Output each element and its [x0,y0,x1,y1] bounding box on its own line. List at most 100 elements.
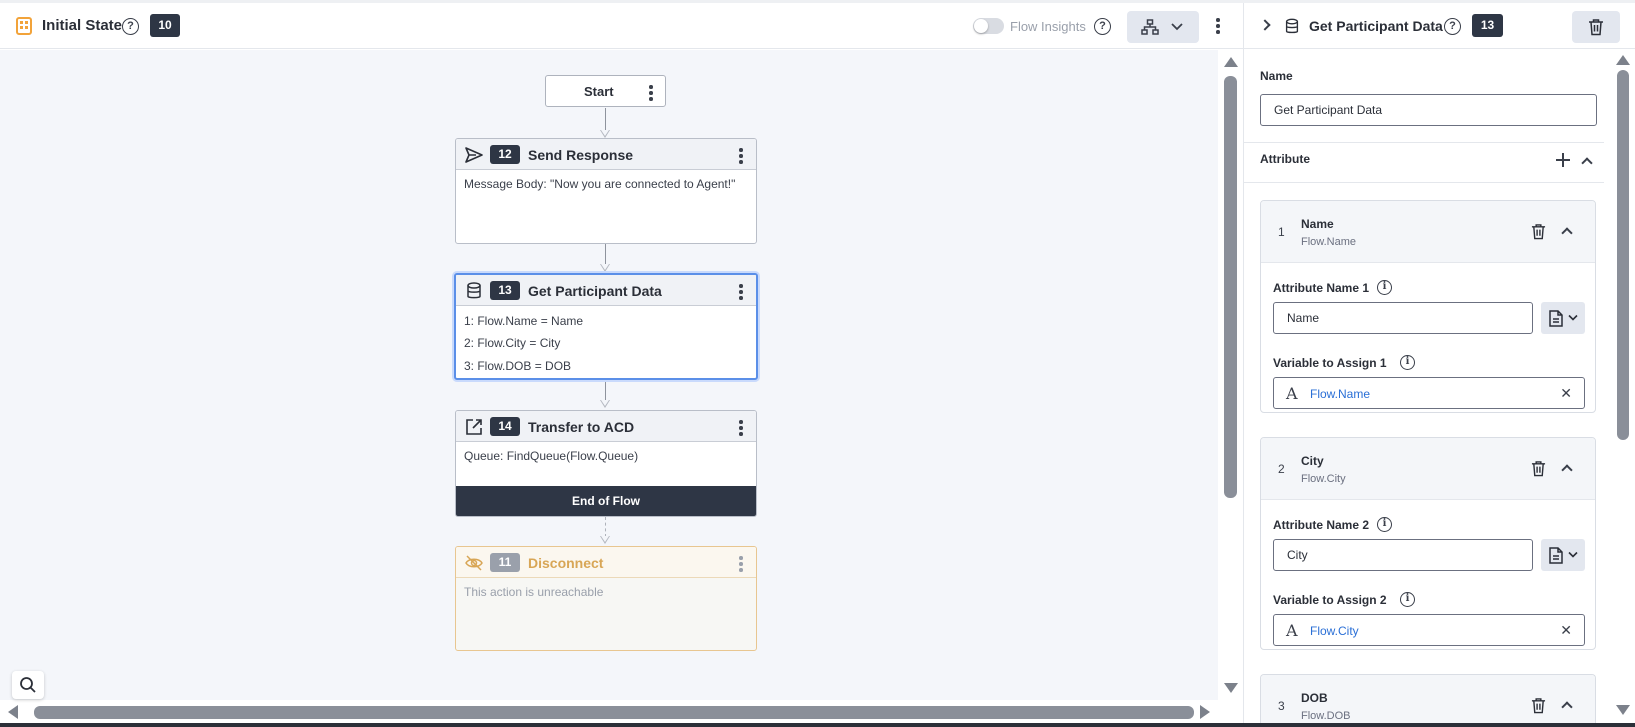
start-kebab-icon[interactable] [649,85,653,103]
attribute-index: 2 [1278,462,1285,476]
panel-scroll-down-arrow[interactable] [1616,705,1630,715]
info-icon[interactable]: i [1377,280,1392,295]
connector-dashed-line [605,517,606,537]
collapse-card-chevron-icon[interactable] [1561,227,1573,239]
panel-header: Get Participant Data ? 13 [1244,3,1635,49]
attribute-card-header[interactable]: 3 DOB Flow.DOB [1261,675,1595,727]
connector-line [605,244,606,264]
collapse-panel-chevron-icon[interactable] [1259,19,1271,31]
collapse-attributes-chevron-icon[interactable] [1581,157,1593,169]
string-type-icon: A [1286,384,1298,403]
attribute-card-header[interactable]: 1 Name Flow.Name [1261,201,1595,263]
node-header: 11 Disconnect [456,547,756,578]
state-icon [16,17,32,35]
send-icon [465,147,483,163]
scroll-up-arrow[interactable] [1224,57,1238,67]
canvas-search-button[interactable] [12,671,44,699]
attribute-variable: Flow.City [1301,473,1346,485]
node-id-badge: 13 [490,281,520,300]
document-icon [1549,547,1563,564]
trash-icon[interactable] [1531,460,1546,477]
attribute-name: City [1301,454,1324,468]
panel-scroll-up-arrow[interactable] [1616,55,1630,65]
divider [1244,142,1604,143]
node-disconnect[interactable]: 11 Disconnect This action is unreachable [455,546,757,651]
canvas-vertical-scroll-thumb[interactable] [1224,76,1237,498]
node-id-badge: 14 [490,417,520,436]
variable-name: Flow.City [1310,624,1359,638]
search-icon [20,677,36,693]
string-type-icon: A [1286,621,1298,640]
node-get-participant-data[interactable]: 13 Get Participant Data 1: Flow.Name = N… [454,273,758,380]
node-body-text: Message Body: "Now you are connected to … [464,177,736,191]
document-icon [1549,310,1563,327]
properties-panel: Get Participant Data ? 13 Name Attribute… [1243,3,1635,727]
add-attribute-plus-icon[interactable] [1556,153,1570,167]
node-send-response[interactable]: 12 Send Response Message Body: "Now you … [455,138,757,244]
attribute-card-1: 1 Name Flow.Name Attribute Name 1 i Vari… [1260,200,1596,413]
node-header: 13 Get Participant Data [456,275,756,306]
collapse-card-chevron-icon[interactable] [1561,464,1573,476]
panel-title: Get Participant Data [1309,18,1443,34]
panel-vertical-scroll-thumb[interactable] [1617,70,1629,440]
connector-arrow [600,536,610,544]
scroll-down-arrow[interactable] [1224,683,1238,693]
attribute-card-2: 2 City Flow.City Attribute Name 2 i Vari… [1260,437,1596,650]
node-kebab-icon[interactable] [739,284,743,302]
node-title: Transfer to ACD [528,419,635,435]
node-kebab-icon[interactable] [739,556,743,574]
attribute-section-label: Attribute [1260,152,1310,166]
node-title: Get Participant Data [528,283,662,299]
node-title: Send Response [528,147,634,163]
clear-icon[interactable]: ✕ [1560,385,1572,402]
info-icon[interactable]: i [1377,517,1392,532]
hierarchy-icon [1141,19,1159,35]
variable-to-assign-label: Variable to Assign 1 [1273,356,1387,370]
end-of-flow-bar: End of Flow [456,486,756,516]
header-kebab-icon[interactable] [1216,18,1220,36]
attribute-name-input[interactable] [1273,302,1533,334]
flow-header: Initial State ? 10 Flow Insights ? [0,3,1243,49]
attribute-card-header[interactable]: 2 City Flow.City [1261,438,1595,500]
scroll-right-arrow[interactable] [1200,705,1210,719]
attribute-index: 1 [1278,225,1285,239]
layout-menu-button[interactable] [1127,11,1199,43]
expression-mode-button[interactable] [1541,539,1585,571]
external-link-icon [466,419,482,435]
start-node[interactable]: Start [545,75,666,107]
trash-icon[interactable] [1531,223,1546,240]
variable-to-assign-field[interactable]: A Flow.City ✕ [1273,614,1585,646]
help-icon[interactable]: ? [122,18,139,35]
panel-id-badge: 13 [1472,14,1503,37]
node-body-text: Queue: FindQueue(Flow.Queue) [464,449,639,463]
expression-mode-button[interactable] [1541,302,1585,334]
attribute-name: DOB [1301,691,1328,705]
attribute-index: 3 [1278,699,1285,713]
variable-to-assign-field[interactable]: A Flow.Name ✕ [1273,377,1585,409]
clear-icon[interactable]: ✕ [1560,622,1572,639]
trash-icon[interactable] [1531,697,1546,714]
attribute-name-label: Attribute Name 1 [1273,281,1370,295]
node-kebab-icon[interactable] [739,420,743,438]
scroll-left-arrow[interactable] [8,705,18,719]
flow-insights-toggle[interactable] [973,18,1004,34]
delete-action-button[interactable] [1572,11,1620,43]
canvas-horizontal-scroll-thumb[interactable] [34,706,1194,719]
node-id-badge: 12 [490,145,520,164]
collapse-card-chevron-icon[interactable] [1561,701,1573,713]
panel-help-icon[interactable]: ? [1444,18,1461,35]
chevron-down-icon [1568,551,1578,558]
action-name-input[interactable] [1260,94,1597,126]
node-transfer-to-acd[interactable]: 14 Transfer to ACD Queue: FindQueue(Flow… [455,410,757,517]
state-title: Initial State [42,17,123,34]
info-icon[interactable]: i [1400,592,1415,607]
info-icon[interactable]: i [1400,355,1415,370]
node-body-text: 3: Flow.DOB = DOB [464,359,572,373]
attribute-name-input[interactable] [1273,539,1533,571]
flow-insights-help-icon[interactable]: ? [1094,18,1111,35]
node-header: 12 Send Response [456,139,756,170]
attribute-variable: Flow.DOB [1301,710,1351,722]
node-kebab-icon[interactable] [739,148,743,166]
variable-to-assign-label: Variable to Assign 2 [1273,593,1387,607]
node-body-text: 1: Flow.Name = Name [464,314,584,328]
